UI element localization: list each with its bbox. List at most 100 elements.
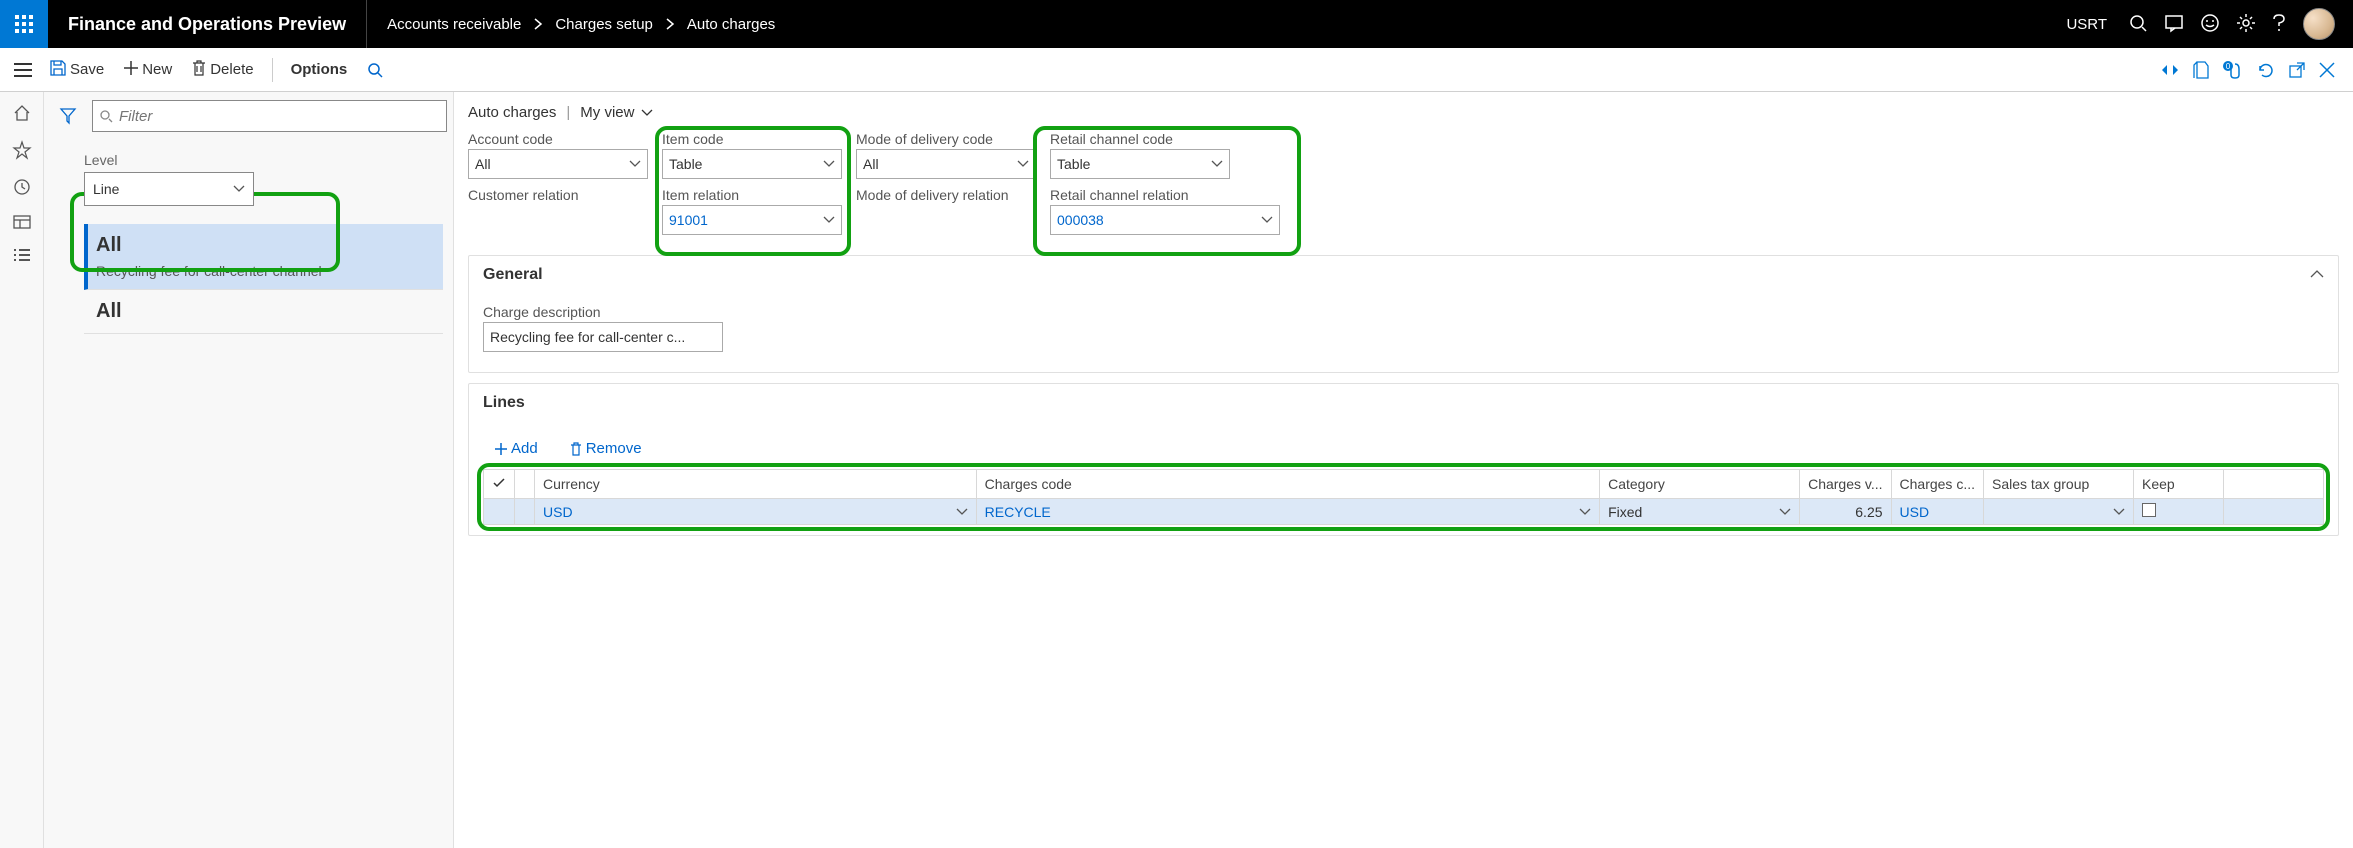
list-item[interactable]: All Recycling fee for call-center channe… bbox=[84, 224, 443, 290]
help-icon[interactable] bbox=[2273, 14, 2285, 35]
new-button[interactable]: New bbox=[116, 57, 180, 83]
app-title: Finance and Operations Preview bbox=[48, 0, 367, 48]
cell-category-value: Fixed bbox=[1608, 504, 1642, 520]
row-select-cell[interactable] bbox=[484, 499, 515, 525]
checkbox-icon[interactable] bbox=[2142, 503, 2156, 517]
top-right-controls: USRT bbox=[2048, 8, 2353, 40]
filter-icon[interactable] bbox=[50, 98, 86, 134]
level-value: Line bbox=[93, 181, 119, 197]
main-content: Auto charges | My view Account code All … bbox=[454, 92, 2353, 848]
col-sales-tax[interactable]: Sales tax group bbox=[1984, 470, 2134, 499]
charge-desc-value: Recycling fee for call-center c... bbox=[490, 329, 685, 345]
item-code-select[interactable]: Table bbox=[662, 149, 842, 179]
col-marker bbox=[515, 470, 535, 499]
separator bbox=[272, 58, 273, 82]
chevron-down-icon bbox=[1779, 508, 1791, 516]
user-avatar[interactable] bbox=[2303, 8, 2335, 40]
list-item-sub: Recycling fee for call-center channel bbox=[96, 263, 431, 279]
feedback-icon[interactable] bbox=[2201, 14, 2219, 35]
remove-line-button[interactable]: Remove bbox=[562, 436, 650, 461]
cell-charges-currency[interactable]: USD bbox=[1900, 504, 1975, 520]
recent-icon[interactable] bbox=[13, 178, 31, 199]
remove-label: Remove bbox=[586, 440, 642, 457]
cell-currency-value: USD bbox=[543, 504, 573, 520]
mode-code-label: Mode of delivery code bbox=[856, 131, 1036, 147]
home-icon[interactable] bbox=[13, 104, 31, 125]
col-select[interactable] bbox=[484, 470, 515, 499]
col-category[interactable]: Category bbox=[1600, 470, 1800, 499]
settings-icon[interactable] bbox=[2237, 14, 2255, 35]
view-label: My view bbox=[580, 104, 634, 121]
save-button[interactable]: Save bbox=[42, 56, 112, 84]
row-marker-cell bbox=[515, 499, 535, 525]
related-info-icon[interactable] bbox=[2161, 64, 2179, 76]
list-item[interactable]: All bbox=[84, 290, 443, 334]
trash-icon bbox=[570, 442, 582, 456]
attachments-badge-icon[interactable]: 0 bbox=[2223, 61, 2243, 79]
account-code-select[interactable]: All bbox=[468, 149, 648, 179]
col-currency[interactable]: Currency bbox=[535, 470, 977, 499]
filter-input[interactable] bbox=[92, 100, 447, 132]
level-select[interactable]: Line bbox=[84, 172, 254, 206]
modules-icon[interactable] bbox=[13, 248, 31, 265]
top-app-bar: Finance and Operations Preview Accounts … bbox=[0, 0, 2353, 48]
view-picker[interactable]: My view bbox=[580, 104, 652, 121]
search-action-button[interactable] bbox=[359, 58, 391, 82]
lines-section: Lines Add Remove bbox=[468, 383, 2339, 536]
company-picker[interactable]: USRT bbox=[2066, 16, 2107, 33]
chevron-down-icon bbox=[956, 508, 968, 516]
col-charges-value[interactable]: Charges v... bbox=[1800, 470, 1891, 499]
cell-currency[interactable]: USD bbox=[543, 504, 968, 520]
chevron-down-icon bbox=[1261, 216, 1273, 224]
account-code-label: Account code bbox=[468, 131, 648, 147]
mode-relation-label: Mode of delivery relation bbox=[856, 187, 1036, 203]
item-relation-label: Item relation bbox=[662, 187, 842, 203]
cell-sales-tax[interactable] bbox=[1992, 508, 2125, 516]
item-relation-select[interactable]: 91001 bbox=[662, 205, 842, 235]
retail-relation-select[interactable]: 000038 bbox=[1050, 205, 1280, 235]
close-icon[interactable] bbox=[2319, 62, 2335, 78]
delete-button[interactable]: Delete bbox=[184, 56, 261, 84]
chevron-down-icon bbox=[823, 216, 835, 224]
nav-toggle-button[interactable] bbox=[8, 63, 38, 77]
app-launcher-button[interactable] bbox=[0, 0, 48, 48]
favorites-icon[interactable] bbox=[13, 141, 31, 162]
filter-input-text[interactable] bbox=[119, 108, 440, 125]
mode-code-value: All bbox=[863, 156, 879, 172]
search-icon bbox=[99, 109, 113, 123]
cell-charges-value[interactable]: 6.25 bbox=[1808, 504, 1882, 520]
messages-icon[interactable] bbox=[2165, 14, 2183, 35]
cell-category[interactable]: Fixed bbox=[1608, 504, 1791, 520]
breadcrumb-item[interactable]: Auto charges bbox=[687, 16, 775, 33]
table-row[interactable]: USD RECYCLE Fixed 6.25 USD bbox=[484, 499, 2324, 525]
new-label: New bbox=[142, 61, 172, 78]
collapse-icon[interactable] bbox=[2310, 266, 2324, 284]
chevron-down-icon bbox=[629, 160, 641, 168]
mode-relation-value bbox=[856, 205, 1036, 235]
general-section: General Charge description Recycling fee… bbox=[468, 255, 2339, 373]
breadcrumb-item[interactable]: Charges setup bbox=[555, 16, 653, 33]
workspaces-icon[interactable] bbox=[13, 215, 31, 232]
col-charges-currency[interactable]: Charges c... bbox=[1891, 470, 1983, 499]
cell-extra bbox=[2224, 499, 2324, 525]
col-extra bbox=[2224, 470, 2324, 499]
mode-code-select[interactable]: All bbox=[856, 149, 1036, 179]
add-label: Add bbox=[511, 440, 538, 457]
attachments-icon[interactable] bbox=[2193, 61, 2209, 79]
retail-code-select[interactable]: Table bbox=[1050, 149, 1230, 179]
chevron-down-icon bbox=[233, 185, 245, 193]
search-icon[interactable] bbox=[2129, 14, 2147, 35]
charge-desc-input[interactable]: Recycling fee for call-center c... bbox=[483, 322, 723, 352]
charge-desc-label: Charge description bbox=[483, 304, 723, 320]
chevron-down-icon bbox=[1017, 160, 1029, 168]
col-keep[interactable]: Keep bbox=[2134, 470, 2224, 499]
col-charges-code[interactable]: Charges code bbox=[976, 470, 1599, 499]
breadcrumb-item[interactable]: Accounts receivable bbox=[387, 16, 521, 33]
popout-icon[interactable] bbox=[2289, 62, 2305, 78]
add-line-button[interactable]: Add bbox=[487, 436, 546, 461]
cell-keep[interactable] bbox=[2134, 499, 2224, 525]
options-button[interactable]: Options bbox=[283, 57, 356, 82]
cell-charges-code[interactable]: RECYCLE bbox=[985, 504, 1591, 520]
retail-code-value: Table bbox=[1057, 156, 1090, 172]
refresh-icon[interactable] bbox=[2257, 61, 2275, 79]
